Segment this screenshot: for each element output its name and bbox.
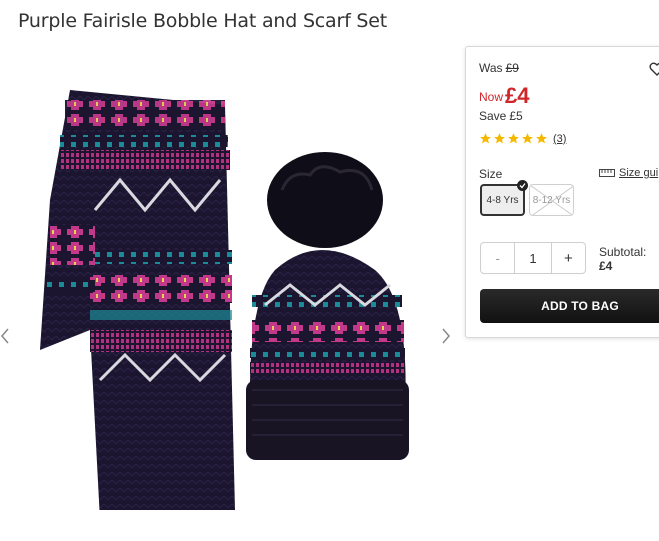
- gallery-prev-arrow-icon[interactable]: [0, 326, 14, 346]
- was-amount: £9: [505, 61, 519, 75]
- check-icon: [517, 180, 528, 191]
- quantity-stepper: - 1 +: [480, 242, 586, 274]
- star-icon: [536, 133, 547, 144]
- product-title: Purple Fairisle Bobble Hat and Scarf Set: [18, 10, 388, 32]
- gallery-next-arrow-icon[interactable]: [441, 326, 455, 346]
- review-count-link[interactable]: (3): [553, 133, 566, 145]
- star-icon: [480, 133, 491, 144]
- was-label: Was: [479, 61, 503, 75]
- quantity-input[interactable]: 1: [515, 243, 552, 273]
- subtotal: Subtotal: £4: [599, 245, 646, 273]
- purchase-panel: Was £9 Now£4 Save £5 (3) Size Size gui 4-8…: [465, 46, 659, 338]
- rating-stars[interactable]: (3): [479, 132, 566, 145]
- star-icon: [508, 133, 519, 144]
- now-price: Now£4: [479, 81, 530, 108]
- add-to-bag-button[interactable]: ADD TO BAG: [480, 289, 659, 323]
- save-label: Save: [479, 109, 507, 123]
- wishlist-heart-icon[interactable]: [649, 61, 659, 82]
- scarf-image: [40, 90, 235, 510]
- star-icon: [522, 133, 533, 144]
- save-amount: Save £5: [479, 109, 523, 123]
- now-label: Now: [479, 90, 504, 104]
- subtotal-label: Subtotal:: [599, 245, 647, 259]
- quantity-minus-button[interactable]: -: [481, 243, 516, 273]
- product-image[interactable]: [20, 80, 440, 510]
- star-icon: [494, 133, 505, 144]
- size-guide-label: Size gui: [619, 167, 659, 179]
- size-option-4-8[interactable]: 4-8 Yrs: [480, 180, 528, 216]
- hat-image: [246, 152, 409, 460]
- size-option-8-12[interactable]: 8-12 Yrs: [529, 184, 574, 216]
- subtotal-value: £4: [599, 259, 613, 273]
- size-option-label: 8-12 Yrs: [532, 194, 571, 206]
- size-option-label: 4-8 Yrs: [486, 194, 519, 206]
- save-value: £5: [509, 109, 523, 123]
- now-amount: £4: [505, 83, 530, 108]
- size-label: Size: [479, 167, 503, 181]
- quantity-plus-button[interactable]: +: [552, 243, 585, 273]
- ruler-icon: [599, 169, 615, 177]
- was-price: Was £9: [479, 61, 519, 75]
- size-guide-link[interactable]: Size gui: [599, 167, 658, 179]
